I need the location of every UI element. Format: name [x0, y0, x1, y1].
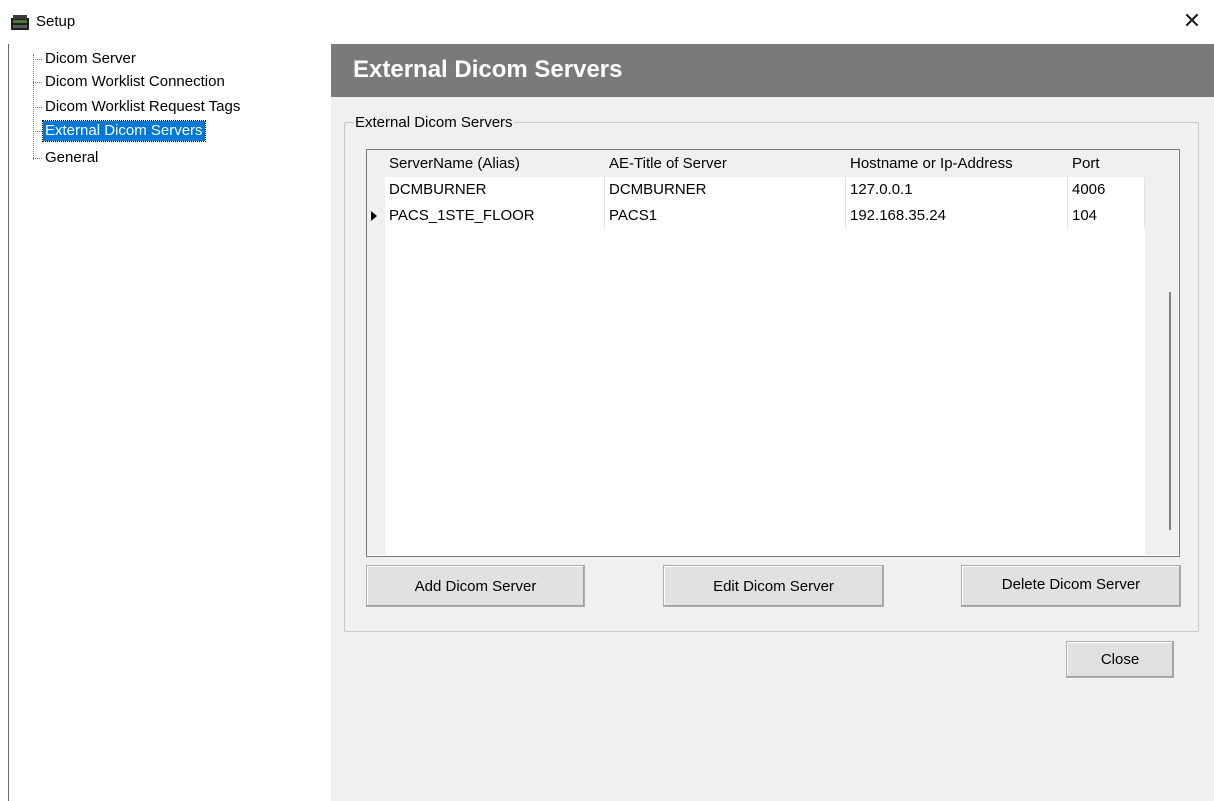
app-icon: [10, 12, 30, 32]
cell-server-name[interactable]: PACS_1STE_FLOOR: [385, 203, 604, 229]
title-bar: Setup ✕: [0, 0, 1214, 44]
tree-item-general[interactable]: General: [33, 148, 100, 168]
tree-connector: [33, 106, 42, 108]
column-header-server-name[interactable]: ServerName (Alias): [385, 151, 605, 177]
tree-connector: [33, 58, 42, 60]
tree-item-label: Dicom Worklist Request Tags: [45, 98, 241, 115]
settings-panel: External Dicom Servers External Dicom Se…: [331, 44, 1214, 801]
close-button[interactable]: Close: [1066, 641, 1174, 678]
edit-dicom-server-button[interactable]: Edit Dicom Server: [663, 565, 884, 607]
group-title: External Dicom Servers: [354, 114, 514, 131]
tree-item-label: External Dicom Servers: [42, 120, 206, 142]
settings-tree: Dicom Server Dicom Worklist Connection D…: [9, 44, 331, 801]
cell-hostname[interactable]: 192.168.35.24: [846, 203, 1067, 229]
tree-item-label: Dicom Server: [45, 50, 136, 67]
tree-item-dicom-worklist-request-tags[interactable]: Dicom Worklist Request Tags: [33, 97, 242, 117]
tree-item-label: Dicom Worklist Connection: [45, 73, 225, 90]
grid-body: DCMBURNER DCMBURNER 127.0.0.1 4006 PACS_…: [367, 177, 1145, 555]
column-header-port[interactable]: Port: [1068, 151, 1145, 177]
cell-hostname[interactable]: 127.0.0.1: [846, 177, 1067, 203]
column-header-ae-title[interactable]: AE-Title of Server: [605, 151, 846, 177]
external-servers-group: External Dicom Servers ServerName (Alias…: [344, 114, 1199, 632]
scrollbar-thumb[interactable]: [1169, 292, 1171, 530]
tree-connector: [33, 81, 42, 83]
tree-item-dicom-server[interactable]: Dicom Server: [33, 49, 138, 69]
tree-connector: [33, 157, 42, 159]
delete-dicom-server-button[interactable]: Delete Dicom Server: [961, 565, 1181, 607]
row-header-column: [367, 177, 385, 555]
tree-item-dicom-worklist-connection[interactable]: Dicom Worklist Connection: [33, 72, 227, 92]
cell-server-name[interactable]: DCMBURNER: [385, 177, 604, 203]
cell-port[interactable]: 4006: [1068, 177, 1144, 203]
panel-header: External Dicom Servers: [331, 44, 1214, 97]
close-icon[interactable]: ✕: [1176, 8, 1208, 36]
vertical-scrollbar[interactable]: [1145, 150, 1178, 555]
window-title: Setup: [36, 13, 76, 30]
column-header-hostname[interactable]: Hostname or Ip-Address: [846, 151, 1068, 177]
cell-ae-title[interactable]: DCMBURNER: [605, 177, 845, 203]
servers-grid[interactable]: ServerName (Alias) AE-Title of Server Ho…: [366, 149, 1180, 557]
cell-ae-title[interactable]: PACS1: [605, 203, 845, 229]
tree-item-external-dicom-servers[interactable]: External Dicom Servers: [33, 120, 206, 142]
row-pointer-icon: [371, 211, 377, 221]
cell-port[interactable]: 104: [1068, 203, 1144, 229]
add-dicom-server-button[interactable]: Add Dicom Server: [366, 565, 585, 607]
tree-connector: [33, 130, 42, 132]
panel-title: External Dicom Servers: [353, 56, 623, 83]
grid-header: ServerName (Alias) AE-Title of Server Ho…: [367, 150, 1145, 177]
current-row-indicator: [367, 203, 385, 229]
tree-item-label: General: [45, 149, 99, 166]
